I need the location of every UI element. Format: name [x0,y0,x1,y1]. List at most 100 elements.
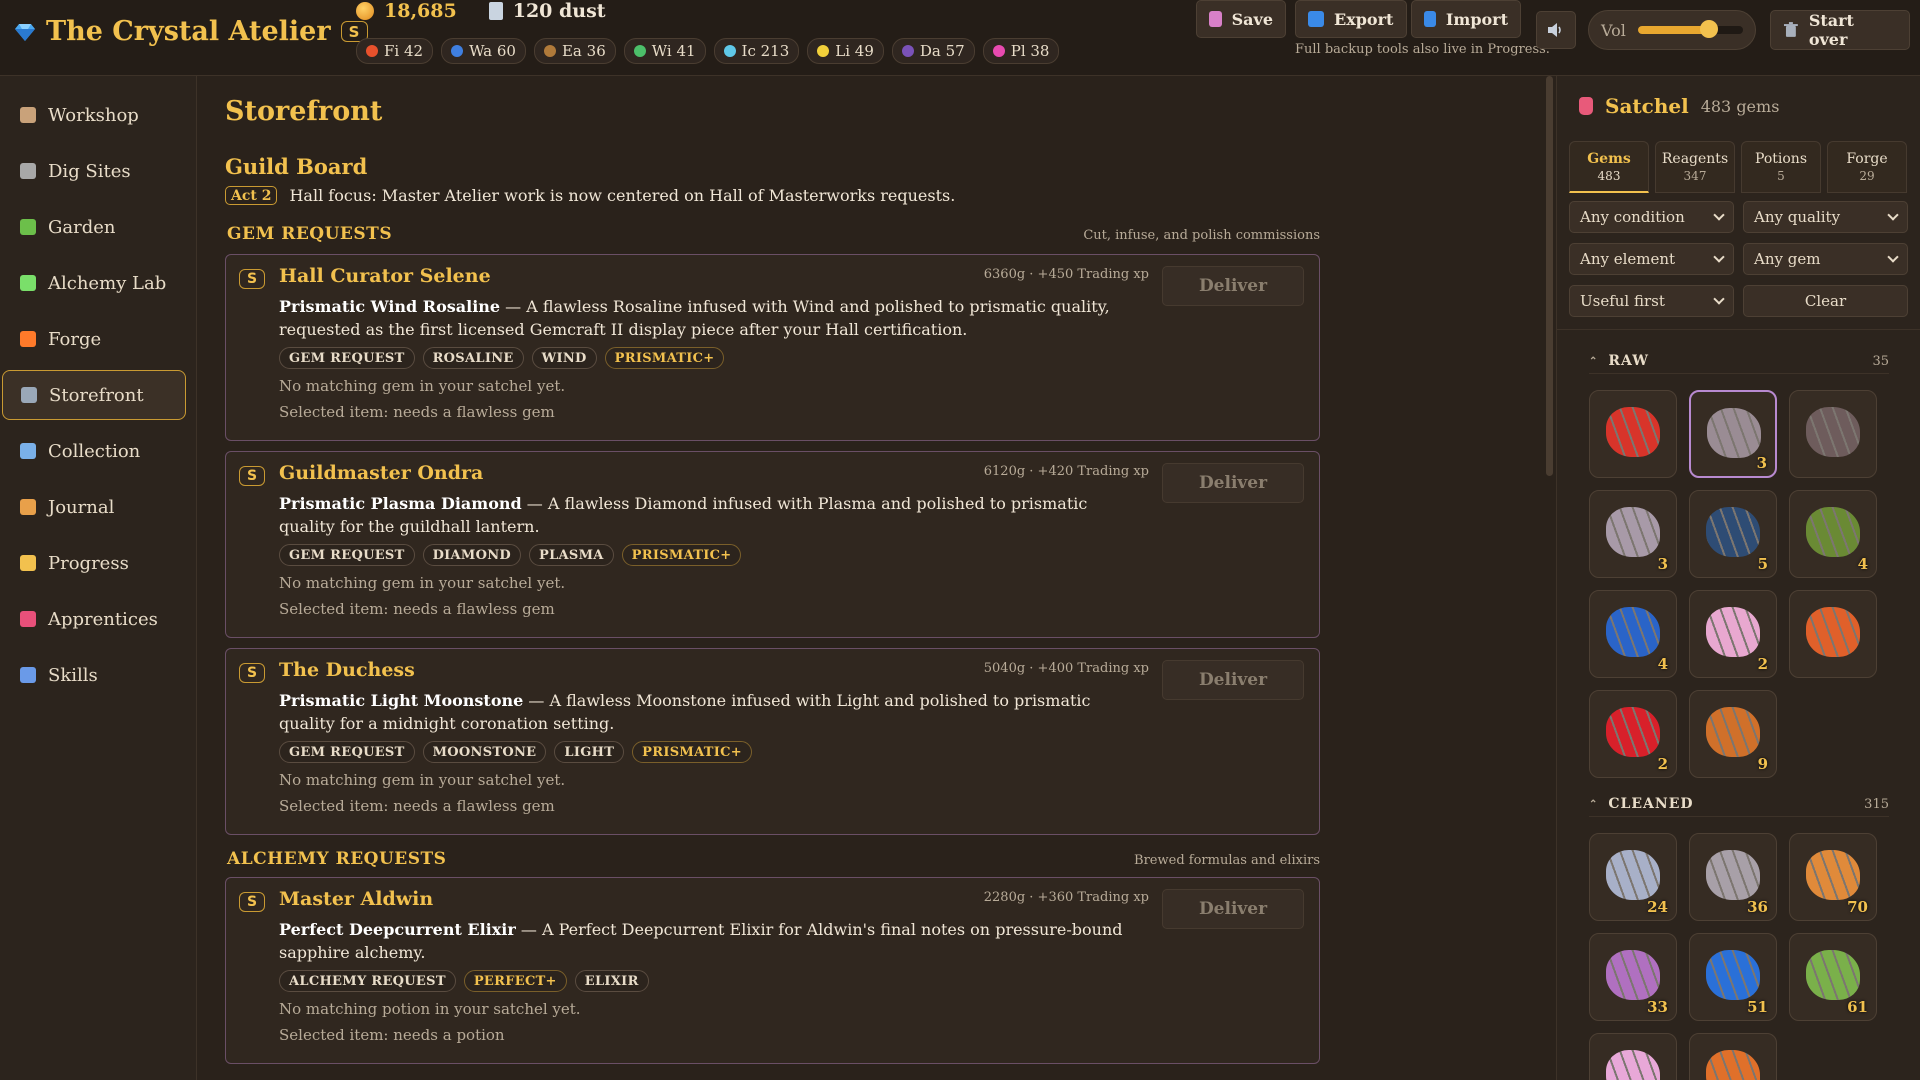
gem-slot[interactable]: 4 [1589,590,1677,678]
request-tag: PRISMATIC+ [632,741,752,763]
element-dot-icon [633,45,646,57]
gem-slot[interactable] [1589,1033,1677,1080]
diamond-logo-icon [15,23,35,41]
save-button[interactable]: Save [1196,0,1286,38]
gem-slot[interactable]: 4 [1789,490,1877,578]
gem-requests-header: GEM REQUESTS Cut, infuse, and polish com… [227,224,1320,244]
gem-slot[interactable] [1789,390,1877,478]
gem-slot[interactable]: 2 [1689,590,1777,678]
sidebar-item-journal[interactable]: Journal [2,482,186,532]
sidebar-item-label: Alchemy Lab [48,272,167,294]
volume-knob[interactable] [1700,20,1719,38]
request-item-name: Prismatic Light Moonstone [279,691,524,710]
raw-group-header[interactable]: ⌃ RAW 35 [1589,353,1889,374]
sidebar-item-label: Apprentices [48,608,158,630]
condition-filter[interactable]: Any condition [1569,201,1734,233]
gem-crystal-icon [1606,407,1660,457]
sidebar-item-storefront[interactable]: Storefront [2,370,186,420]
tab-reagents[interactable]: Reagents 347 [1655,141,1735,193]
mute-button[interactable] [1536,11,1576,49]
sort-select[interactable]: Useful first [1569,285,1734,317]
satchel-panel: Satchel 483 gems Gems 483 Reagents 347 Potio… [1556,76,1920,1080]
request-giver-name: The Duchess [279,659,415,681]
sidebar-item-alchemy-lab[interactable]: Alchemy Lab [2,258,186,308]
gem-slot[interactable]: 61 [1789,933,1877,1021]
gem-crystal-icon [1606,1050,1660,1080]
sidebar-item-label: Storefront [49,384,144,406]
gem-slot[interactable] [1689,1033,1777,1080]
request-tag: ALCHEMY REQUEST [279,970,456,992]
gem-slot[interactable]: 33 [1589,933,1677,1021]
sidebar-item-progress[interactable]: Progress [2,538,186,588]
gem-slot[interactable]: 3 [1689,390,1777,478]
volume-fill [1637,26,1710,34]
deliver-button[interactable]: Deliver [1162,463,1304,503]
element-dot-icon [543,45,556,57]
sidebar-item-collection[interactable]: Collection [2,426,186,476]
deliver-button[interactable]: Deliver [1162,660,1304,700]
pickaxe-icon [20,163,36,179]
gem-slot[interactable]: 5 [1689,490,1777,578]
sidebar-item-skills[interactable]: Skills [2,650,186,700]
gem-quantity: 33 [1647,998,1668,1016]
gem-slot[interactable]: 2 [1589,690,1677,778]
gem-quantity: 61 [1847,998,1868,1016]
main-scrollbar[interactable] [1543,76,1555,1080]
gem-slot[interactable]: 3 [1589,490,1677,578]
gem-type-filter-value: Any gem [1754,250,1821,268]
tier-badge: S [239,269,265,289]
sidebar-item-garden[interactable]: Garden [2,202,186,252]
tier-badge: S [239,892,265,912]
sidebar-item-dig-sites[interactable]: Dig Sites [2,146,186,196]
gem-slot[interactable]: 70 [1789,833,1877,921]
gem-slot[interactable]: 51 [1689,933,1777,1021]
gem-slot[interactable] [1789,590,1877,678]
gem-slot[interactable]: 9 [1689,690,1777,778]
quality-filter[interactable]: Any quality [1743,201,1908,233]
request-item-name: Prismatic Plasma Diamond [279,494,522,513]
tab-forge[interactable]: Forge 29 [1827,141,1907,193]
element-filter[interactable]: Any element [1569,243,1734,275]
satchel-divider [1557,329,1920,330]
request-giver-name: Master Aldwin [279,888,434,910]
sidebar-item-forge[interactable]: Forge [2,314,186,364]
element-pill: Da 57 [891,38,975,64]
request-tag: ROSALINE [422,347,524,369]
clear-filters-button[interactable]: Clear [1743,285,1908,317]
leaf-icon [20,219,36,235]
start-over-button[interactable]: Start over [1770,10,1910,50]
gem-crystal-icon [1806,607,1860,657]
gem-slot[interactable] [1589,390,1677,478]
request-description: Prismatic Plasma Diamond — A flawless Di… [279,492,1139,538]
element-pill: Wi 41 [623,38,706,64]
element-filter-value: Any element [1580,250,1676,268]
sidebar-item-apprentices[interactable]: Apprentices [2,594,186,644]
currency-row: 18,685 120 dust [356,0,606,22]
chevron-down-icon [1887,251,1899,263]
volume-slider[interactable] [1637,20,1743,38]
collapse-caret-icon: ⌃ [1589,798,1599,810]
gem-slot[interactable]: 36 [1689,833,1777,921]
sidebar-item-workshop[interactable]: Workshop [2,90,186,140]
gem-type-filter[interactable]: Any gem [1743,243,1908,275]
cleaned-group-title: CLEANED [1608,796,1694,812]
element-count: Fi 42 [384,42,424,60]
gem-crystal-icon [1706,507,1760,557]
element-pill: Wa 60 [441,38,526,64]
element-dot-icon [992,45,1005,57]
deliver-button[interactable]: Deliver [1162,266,1304,306]
tab-label: Reagents [1661,151,1729,167]
deliver-button[interactable]: Deliver [1162,889,1304,929]
tab-potions[interactable]: Potions 5 [1741,141,1821,193]
import-button[interactable]: Import [1411,0,1521,38]
tab-gems[interactable]: Gems 483 [1569,141,1649,193]
scrollbar-thumb[interactable] [1546,76,1553,476]
element-count: Ic 213 [741,42,790,60]
gem-crystal-icon [1606,607,1660,657]
request-reward: 2280g · +360 Trading xp [983,890,1149,905]
export-button[interactable]: Export [1295,0,1407,38]
selected-item-note: Selected item: needs a potion [279,1026,505,1044]
gem-slot[interactable]: 24 [1589,833,1677,921]
cleaned-group-header[interactable]: ⌃ CLEANED 315 [1589,796,1889,817]
volume-label: Vol [1601,20,1626,40]
